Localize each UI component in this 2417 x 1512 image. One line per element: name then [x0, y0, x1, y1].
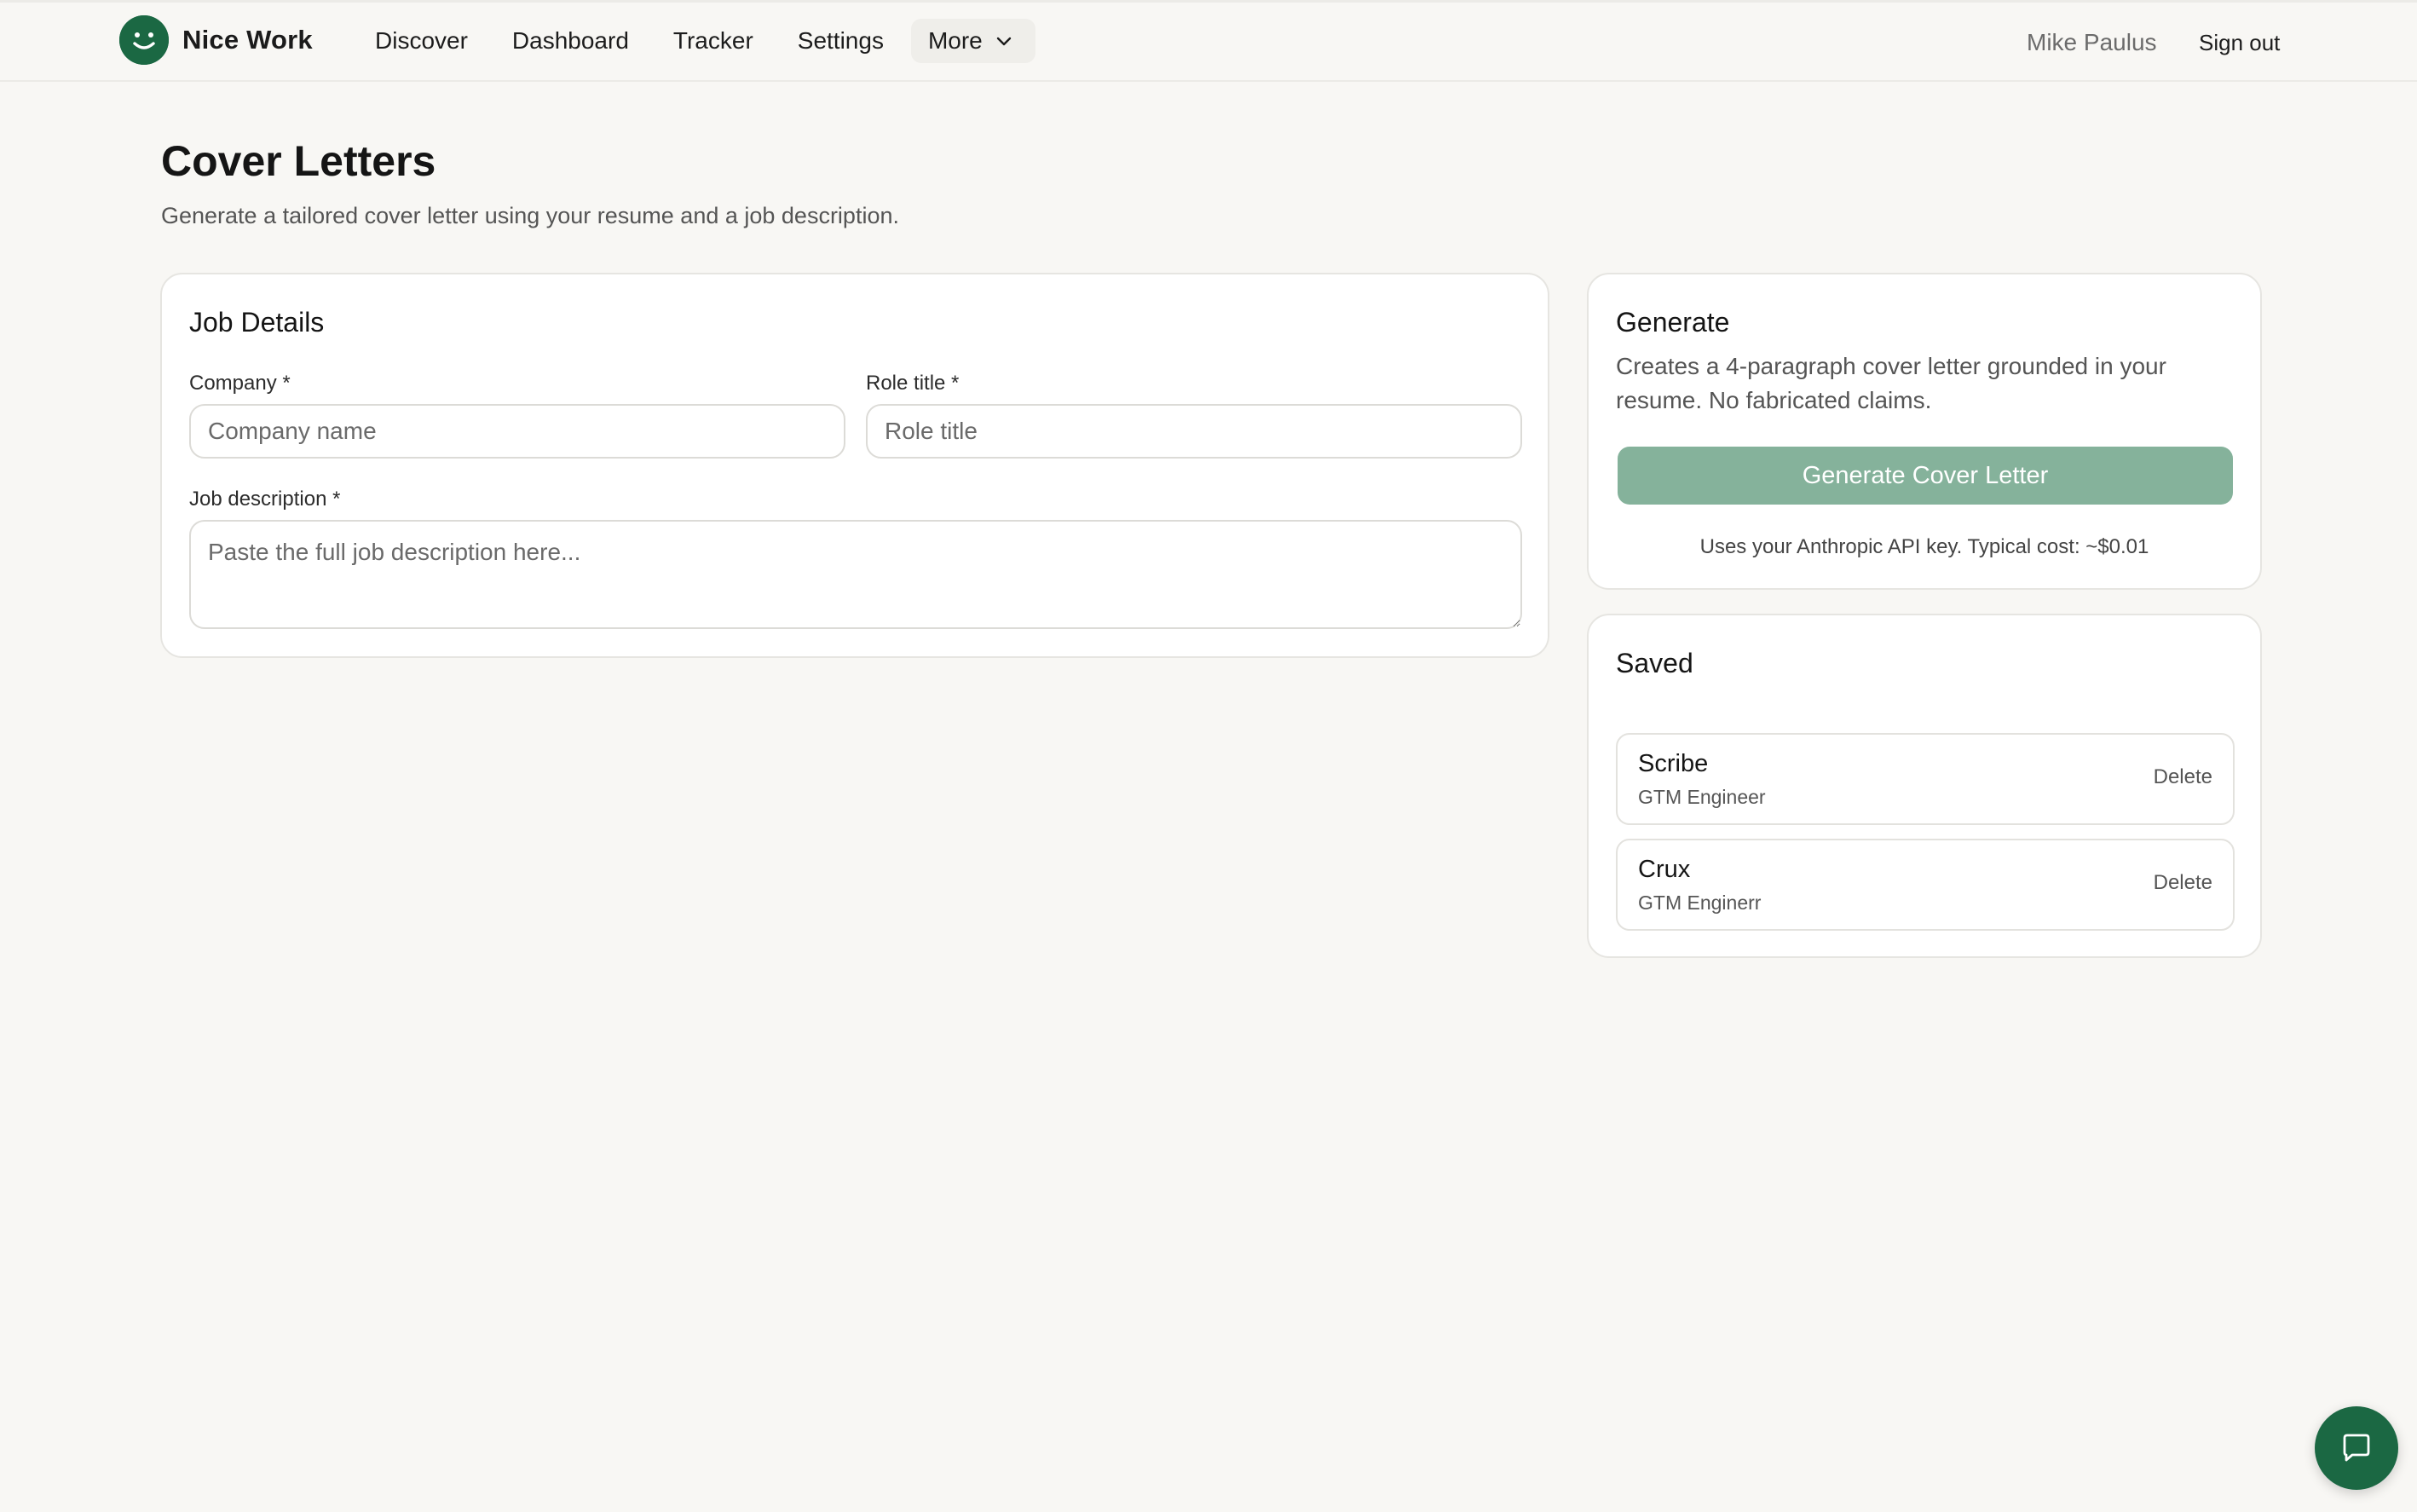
page-subtitle: Generate a tailored cover letter using y…: [161, 203, 899, 228]
job-details-card: Job Details Company * Role title * Job d…: [160, 273, 1549, 658]
brand-name: Nice Work: [182, 25, 313, 55]
company-input[interactable]: [189, 404, 845, 459]
saved-item-company: Scribe: [1638, 750, 1709, 777]
api-cost-note: Uses your Anthropic API key. Typical cos…: [1699, 535, 2149, 558]
nav-more-dropdown[interactable]: More: [910, 19, 1035, 63]
nav-tracker[interactable]: Tracker: [651, 18, 776, 64]
nav-dashboard[interactable]: Dashboard: [490, 18, 651, 64]
nav-settings[interactable]: Settings: [776, 18, 906, 64]
saved-title: Saved: [1616, 648, 1693, 678]
top-navigation-bar: Nice Work Discover Dashboard Tracker Set…: [0, 0, 2417, 82]
nav-more-label: More: [927, 27, 983, 54]
saved-item[interactable]: Crux GTM Enginerr Delete: [1616, 839, 2235, 931]
job-details-title: Job Details: [189, 307, 325, 338]
role-title-label: Role title *: [866, 372, 960, 395]
smiley-face-icon: [119, 15, 169, 65]
saved-card: Saved Scribe GTM Engineer Delete Crux GT…: [1587, 614, 2262, 958]
generate-title: Generate: [1616, 307, 1730, 338]
generate-cover-letter-button[interactable]: Generate Cover Letter: [1618, 447, 2233, 505]
saved-item-company: Crux: [1638, 856, 1691, 883]
saved-item[interactable]: Scribe GTM Engineer Delete: [1616, 733, 2235, 825]
delete-button[interactable]: Delete: [2154, 871, 2212, 895]
sign-out-link[interactable]: Sign out: [2199, 21, 2280, 64]
delete-button[interactable]: Delete: [2154, 765, 2212, 789]
job-description-textarea[interactable]: [189, 520, 1522, 629]
brand[interactable]: Nice Work: [119, 14, 313, 66]
chat-button[interactable]: [2315, 1406, 2398, 1490]
main-nav: Discover Dashboard Tracker Settings More: [353, 18, 1035, 64]
generate-description: Creates a 4-paragraph cover letter groun…: [1616, 353, 2166, 413]
job-description-label: Job description *: [189, 488, 341, 511]
company-label: Company *: [189, 372, 291, 395]
page-title: Cover Letters: [161, 137, 436, 185]
chat-bubble-icon: [2343, 1434, 2370, 1462]
user-name: Mike Paulus: [2027, 29, 2157, 55]
saved-item-role: GTM Engineer: [1638, 786, 1766, 808]
chevron-down-icon: [996, 37, 1011, 46]
generate-card: Generate Creates a 4-paragraph cover let…: [1587, 273, 2262, 590]
role-title-input[interactable]: [866, 404, 1522, 459]
nav-discover[interactable]: Discover: [353, 18, 490, 64]
saved-item-role: GTM Enginerr: [1638, 892, 1762, 914]
